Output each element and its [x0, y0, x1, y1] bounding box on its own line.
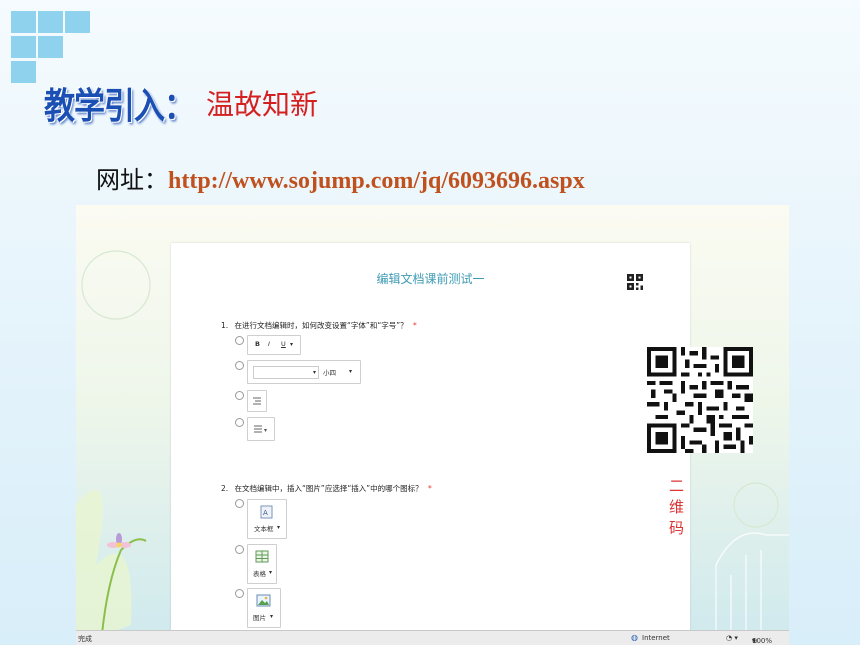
question-1-number: 1. — [221, 321, 229, 330]
browser-status-bar: 完成 ◍ Internet ◔ ▾ ⊕ 100% ▾ — [76, 630, 789, 645]
q1-option-3-indent-icon — [247, 390, 267, 412]
picture-icon — [256, 594, 271, 607]
table-icon — [255, 550, 269, 563]
globe-icon: ◍ — [631, 633, 638, 642]
list-icon: ▾ — [254, 425, 267, 434]
decor-square — [65, 11, 90, 33]
chevron-down-icon: ▾ — [290, 341, 294, 348]
question-2-text: 在文档编辑中，插入“图片”应选择“插入”中的哪个图标？ — [234, 484, 423, 493]
font-name-dropdown: ▾ — [253, 366, 319, 379]
title-subtitle: 温故知新 — [206, 87, 319, 121]
survey-url-link[interactable]: http://www.sojump.com/jq/6093696.aspx — [168, 168, 585, 195]
decor-square — [38, 36, 63, 58]
q2-option-3-radio[interactable] — [235, 589, 244, 598]
qr-caption: 二维码 — [669, 477, 686, 537]
indent-icon — [253, 397, 261, 405]
survey-title: 编辑文档课前测试一 — [376, 272, 485, 286]
q2-option-2-radio[interactable] — [235, 545, 244, 554]
italic-button-icon: I — [268, 340, 270, 348]
chevron-down-icon: ▾ — [270, 613, 274, 620]
title-main: 教学引入： — [44, 85, 195, 128]
textbox-icon: A — [260, 505, 273, 519]
survey-screenshot: 编辑文档课前测试一 1. 在进行文档编辑时，如何改变设置“字体”和“字号”？ *… — [76, 205, 789, 645]
question-1: 1. 在进行文档编辑时，如何改变设置“字体”和“字号”？ * — [221, 320, 417, 331]
q1-option-2-font-selector: ▾ 小四 ▾ — [247, 360, 361, 384]
svg-text:A: A — [263, 509, 268, 517]
decor-square — [11, 36, 36, 58]
required-mark: * — [427, 484, 432, 493]
underline-button-icon: U — [281, 340, 286, 348]
url-label: 网址： — [96, 166, 168, 194]
chevron-down-icon: ▾ — [349, 368, 353, 375]
chevron-down-icon: ▾ — [312, 369, 316, 376]
decor-square — [11, 61, 36, 83]
qr-icon[interactable] — [627, 274, 643, 290]
survey-page: 编辑文档课前测试一 1. 在进行文档编辑时，如何改变设置“字体”和“字号”？ *… — [171, 243, 753, 645]
svg-text:▾: ▾ — [264, 427, 267, 434]
required-mark: * — [412, 321, 417, 330]
q1-option-4-radio[interactable] — [235, 418, 244, 427]
status-text: 完成 — [78, 635, 92, 643]
q1-option-2-radio[interactable] — [235, 361, 244, 370]
slide-title: 教学引入： 温故知新 — [44, 80, 319, 127]
q1-option-3-radio[interactable] — [235, 391, 244, 400]
decor-square — [11, 11, 36, 33]
question-1-text: 在进行文档编辑时，如何改变设置“字体”和“字号”？ — [234, 321, 408, 330]
q1-option-1-font-style-toolbar: B I U ▾ — [247, 335, 301, 355]
q2-option-1-radio[interactable] — [235, 499, 244, 508]
question-2: 2. 在文档编辑中，插入“图片”应选择“插入”中的哪个图标？ * — [221, 483, 432, 494]
chevron-down-icon: ▾ — [277, 524, 281, 531]
decor-square — [38, 11, 63, 33]
security-zone-label: Internet — [642, 634, 670, 642]
font-size-value: 小四 — [323, 369, 336, 377]
question-2-number: 2. — [221, 484, 229, 493]
chevron-down-icon: ▾ — [752, 637, 756, 644]
picture-label: 图片 — [253, 614, 266, 622]
q1-option-4-list-icon: ▾ — [247, 417, 275, 441]
chevron-down-icon: ▾ — [269, 569, 273, 576]
q1-option-1-radio[interactable] — [235, 336, 244, 345]
q2-option-2-table: 表格 ▾ — [247, 544, 277, 584]
qr-code-image — [647, 347, 753, 453]
protected-mode-icon[interactable]: ◔ ▾ — [726, 634, 738, 642]
bold-button-icon: B — [255, 340, 260, 348]
q2-option-3-picture: 图片 ▾ — [247, 588, 281, 628]
table-label: 表格 — [253, 570, 266, 578]
q2-option-1-textbox: A 文本框 ▾ — [247, 499, 287, 539]
textbox-label: 文本框 — [254, 525, 274, 533]
url-line: 网址： http://www.sojump.com/jq/6093696.asp… — [96, 160, 585, 195]
